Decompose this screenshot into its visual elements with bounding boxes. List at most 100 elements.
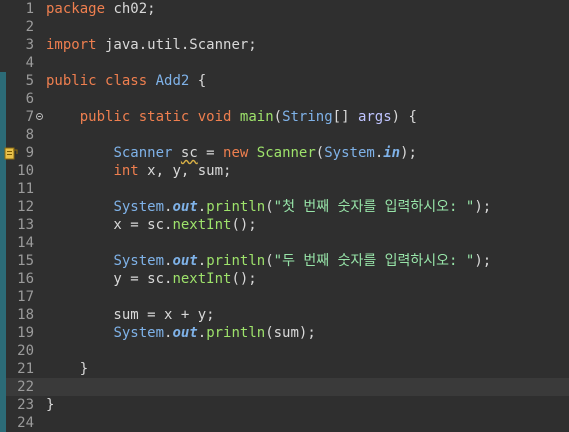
change-marker: [0, 180, 6, 198]
code-line[interactable]: 10 int x, y, sum;: [0, 162, 569, 180]
code-line[interactable]: 7 public static void main(String[] args)…: [0, 108, 569, 126]
code-token: []: [332, 109, 358, 125]
code-text[interactable]: public static void main(String[] args) {: [46, 108, 417, 126]
change-marker: [0, 342, 6, 360]
code-editor[interactable]: 1 package ch02; 2 3 import java.util.Scanner…: [0, 0, 569, 432]
code-token: String: [282, 109, 333, 125]
code-token: x, y, sum;: [138, 163, 232, 179]
code-line[interactable]: 11: [0, 180, 569, 198]
change-marker: [0, 324, 6, 342]
change-marker: [0, 288, 6, 306]
code-line[interactable]: 24: [0, 414, 569, 432]
code-text[interactable]: Scanner sc = new Scanner(System.in);: [46, 144, 417, 162]
code-token: x = sc.: [46, 217, 173, 233]
code-token: .: [197, 325, 207, 341]
code-line[interactable]: 4: [0, 54, 569, 72]
line-number: 4: [25, 55, 34, 71]
change-marker: [0, 252, 6, 270]
code-text[interactable]: import java.util.Scanner;: [46, 36, 257, 54]
code-token: );: [474, 253, 492, 269]
code-text[interactable]: public class Add2 {: [46, 72, 206, 90]
code-line[interactable]: 5 public class Add2 {: [0, 72, 569, 90]
code-line[interactable]: 8: [0, 126, 569, 144]
line-number: 11: [17, 181, 34, 197]
code-line[interactable]: 9 Scanner sc = new Scanner(System.in);: [0, 144, 569, 162]
line-number: 5: [25, 73, 34, 89]
code-token: {: [189, 73, 207, 89]
code-line[interactable]: 12 System.out.println("첫 번째 숫자를 입력하시오: "…: [0, 198, 569, 216]
change-marker: [0, 162, 6, 180]
code-line[interactable]: 19 System.out.println(sum);: [0, 324, 569, 342]
code-token: (: [315, 145, 325, 161]
code-token: out: [172, 253, 198, 269]
code-line[interactable]: 17: [0, 288, 569, 306]
code-line[interactable]: 22: [0, 378, 569, 396]
code-line[interactable]: 13 x = sc.nextInt();: [0, 216, 569, 234]
code-token: y = sc.: [46, 271, 173, 287]
line-number: 1: [25, 1, 34, 17]
code-text[interactable]: }: [46, 396, 54, 414]
code-token: ();: [231, 217, 257, 233]
code-text[interactable]: y = sc.nextInt();: [46, 270, 257, 288]
code-token: nextInt: [172, 217, 232, 233]
code-line[interactable]: 2: [0, 18, 569, 36]
change-marker: [0, 126, 6, 144]
code-token: ch02;: [105, 1, 156, 17]
change-marker: [0, 378, 6, 396]
line-number: 23: [17, 397, 34, 413]
line-number: 15: [17, 253, 34, 269]
line-number: 3: [25, 37, 34, 53]
code-token: Add2: [155, 73, 190, 89]
line-number: 21: [17, 361, 34, 377]
code-token: java.util.Scanner;: [96, 37, 257, 53]
code-line[interactable]: 21 }: [0, 360, 569, 378]
code-text[interactable]: }: [46, 360, 88, 378]
code-token: public: [46, 73, 97, 89]
fold-collapse-icon[interactable]: [36, 113, 43, 120]
line-number: 12: [17, 199, 34, 215]
code-line[interactable]: 3 import java.util.Scanner;: [0, 36, 569, 54]
line-number: 14: [17, 235, 34, 251]
code-text[interactable]: x = sc.nextInt();: [46, 216, 257, 234]
code-text[interactable]: int x, y, sum;: [46, 162, 231, 180]
code-line[interactable]: 6: [0, 90, 569, 108]
code-text[interactable]: System.out.println("두 번째 숫자를 입력하시오: ");: [46, 252, 491, 270]
line-number: 19: [17, 325, 34, 341]
code-line[interactable]: 14: [0, 234, 569, 252]
code-token: static: [138, 109, 190, 125]
code-line[interactable]: 18 sum = x + y;: [0, 306, 569, 324]
code-line[interactable]: 23}: [0, 396, 569, 414]
code-line[interactable]: 16 y = sc.nextInt();: [0, 270, 569, 288]
line-number: 10: [17, 163, 34, 179]
line-number: 13: [17, 217, 34, 233]
code-text[interactable]: System.out.println(sum);: [46, 324, 316, 342]
code-text[interactable]: System.out.println("첫 번째 숫자를 입력하시오: ");: [46, 198, 491, 216]
code-token: sc: [180, 145, 198, 161]
change-marker: [0, 270, 6, 288]
code-token: .: [197, 253, 207, 269]
code-line[interactable]: 15 System.out.println("두 번째 숫자를 입력하시오: "…: [0, 252, 569, 270]
code-token: (sum);: [265, 325, 316, 341]
code-token: ();: [231, 271, 257, 287]
code-token: Scanner: [256, 145, 316, 161]
change-marker: [0, 234, 6, 252]
change-marker: [0, 396, 6, 414]
code-text[interactable]: package ch02;: [46, 0, 156, 18]
change-marker: [0, 108, 6, 126]
line-number: 8: [25, 127, 34, 143]
line-number: 24: [17, 415, 34, 431]
change-marker: [0, 414, 6, 432]
code-token: Scanner: [113, 145, 173, 161]
code-text[interactable]: sum = x + y;: [46, 306, 214, 324]
code-line[interactable]: 1 package ch02;: [0, 0, 569, 18]
code-token: void: [197, 109, 232, 125]
change-marker: [0, 216, 6, 234]
code-token: int: [113, 163, 139, 179]
code-line[interactable]: 20: [0, 342, 569, 360]
